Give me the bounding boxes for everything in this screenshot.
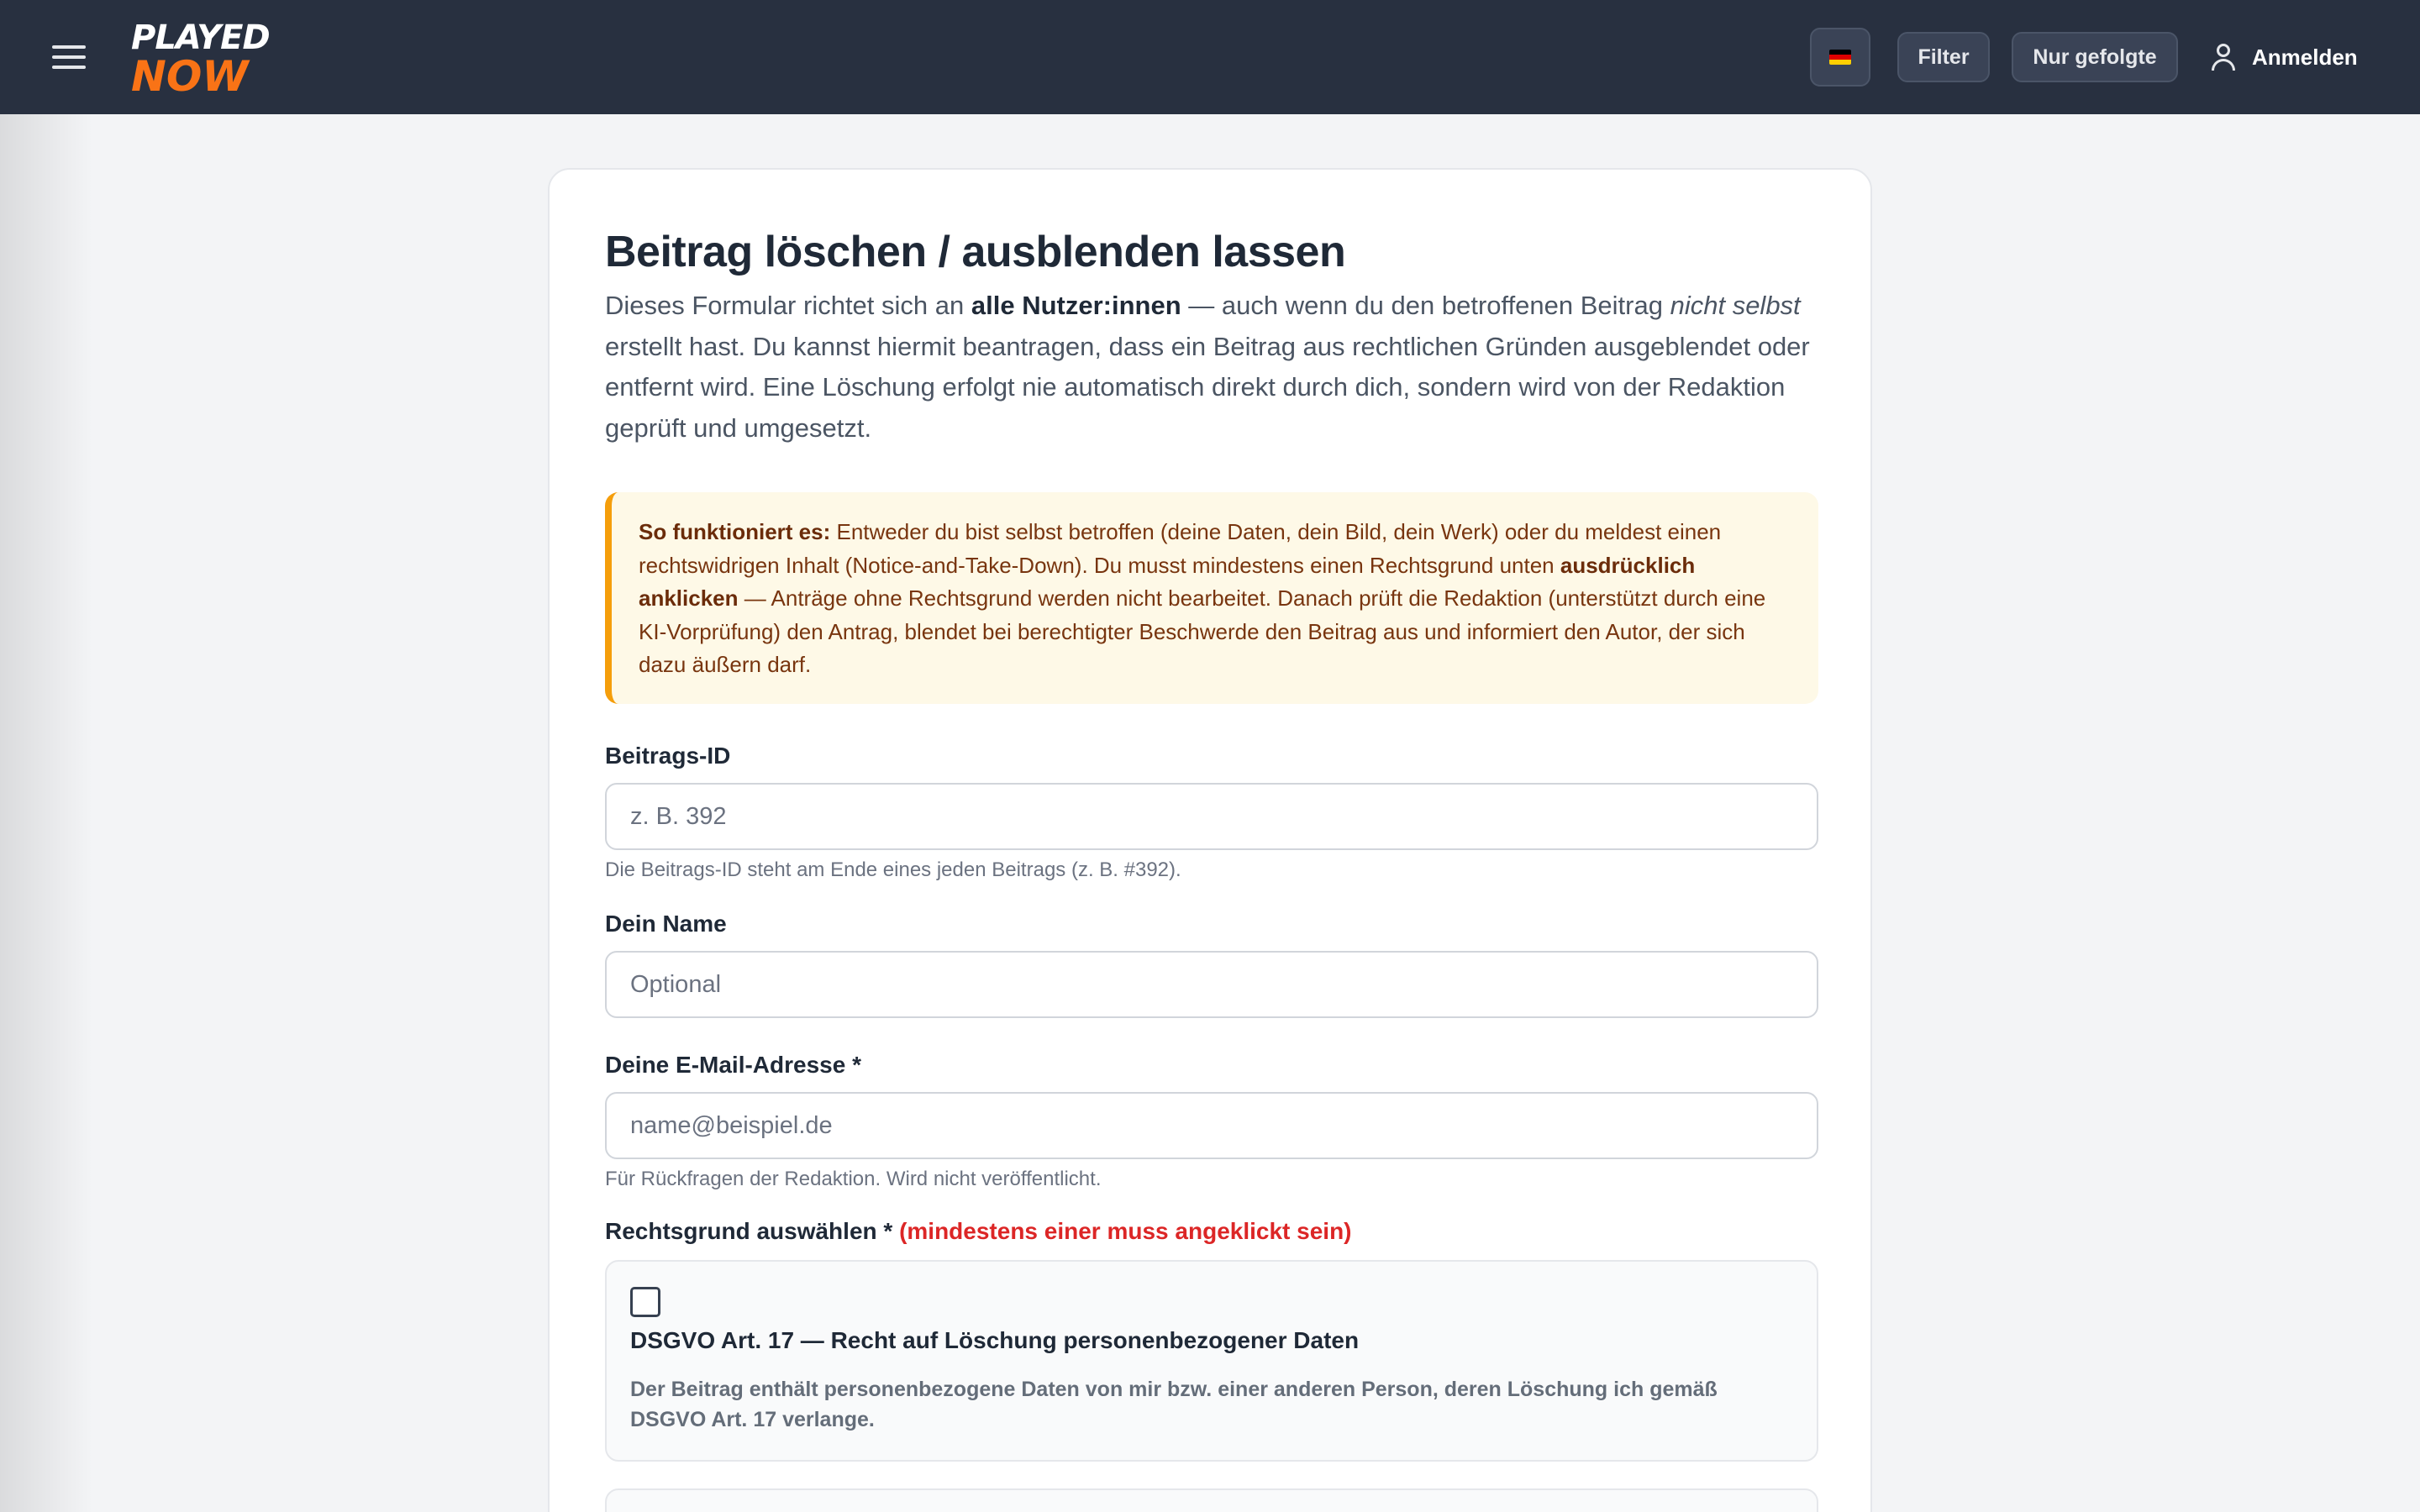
user-icon — [2210, 43, 2237, 71]
email-hint: Für Rückfragen der Redaktion. Wird nicht… — [605, 1168, 1102, 1190]
intro-italic: nicht selbst — [1670, 291, 1801, 320]
reason-description: Der Beitrag enthält personenbezogene Dat… — [630, 1378, 1718, 1431]
post-id-input[interactable] — [605, 783, 1818, 850]
language-switcher-button[interactable] — [1810, 28, 1870, 87]
menu-icon[interactable] — [52, 45, 86, 69]
form-card: Beitrag löschen / ausblenden lassen Dies… — [548, 168, 1872, 1512]
logo-bottom-text: NOW — [131, 52, 249, 101]
site-logo[interactable]: PLAYED NOW — [131, 18, 291, 99]
page-edge-shadow — [0, 114, 92, 1512]
form-content: Beitrag löschen / ausblenden lassen Dies… — [605, 225, 1818, 1512]
reason-required-note: (mindestens einer muss angeklickt sein) — [899, 1218, 1352, 1244]
reason-label: Rechtsgrund auswählen * (mindestens eine… — [605, 1218, 1352, 1244]
notice-lead: So funktioniert es: — [639, 519, 831, 544]
reason-option[interactable] — [605, 1488, 1818, 1512]
intro-text: Dieses Formular richtet sich an alle Nut… — [605, 291, 1810, 443]
email-input[interactable] — [605, 1092, 1818, 1159]
intro-bold: alle Nutzer:innen — [971, 291, 1181, 320]
login-label: Anmelden — [2252, 44, 2358, 70]
page-title: Beitrag löschen / ausblenden lassen — [605, 228, 1346, 276]
reason-title: DSGVO Art. 17 — Recht auf Löschung perso… — [630, 1327, 1360, 1353]
reason-checkbox[interactable] — [630, 1287, 660, 1317]
filter-button[interactable]: Filter — [1897, 32, 1990, 82]
top-navigation-bar: PLAYED NOW Filter Nur gefolgte Anmelden — [0, 0, 2420, 114]
login-button[interactable]: Anmelden — [2210, 34, 2358, 81]
name-label: Dein Name — [605, 911, 727, 937]
info-notice: So funktioniert es: Entweder du bist sel… — [605, 492, 1818, 704]
german-flag-icon — [1829, 50, 1851, 65]
post-id-hint: Die Beitrags-ID steht am Ende eines jede… — [605, 858, 1181, 881]
followed-only-button[interactable]: Nur gefolgte — [2012, 32, 2178, 82]
email-label: Deine E-Mail-Adresse * — [605, 1052, 861, 1078]
name-input[interactable] — [605, 951, 1818, 1018]
logo-top-text: PLAYED — [131, 18, 271, 57]
post-id-label: Beitrags-ID — [605, 743, 731, 769]
reason-option[interactable]: DSGVO Art. 17 — Recht auf Löschung perso… — [605, 1260, 1818, 1462]
